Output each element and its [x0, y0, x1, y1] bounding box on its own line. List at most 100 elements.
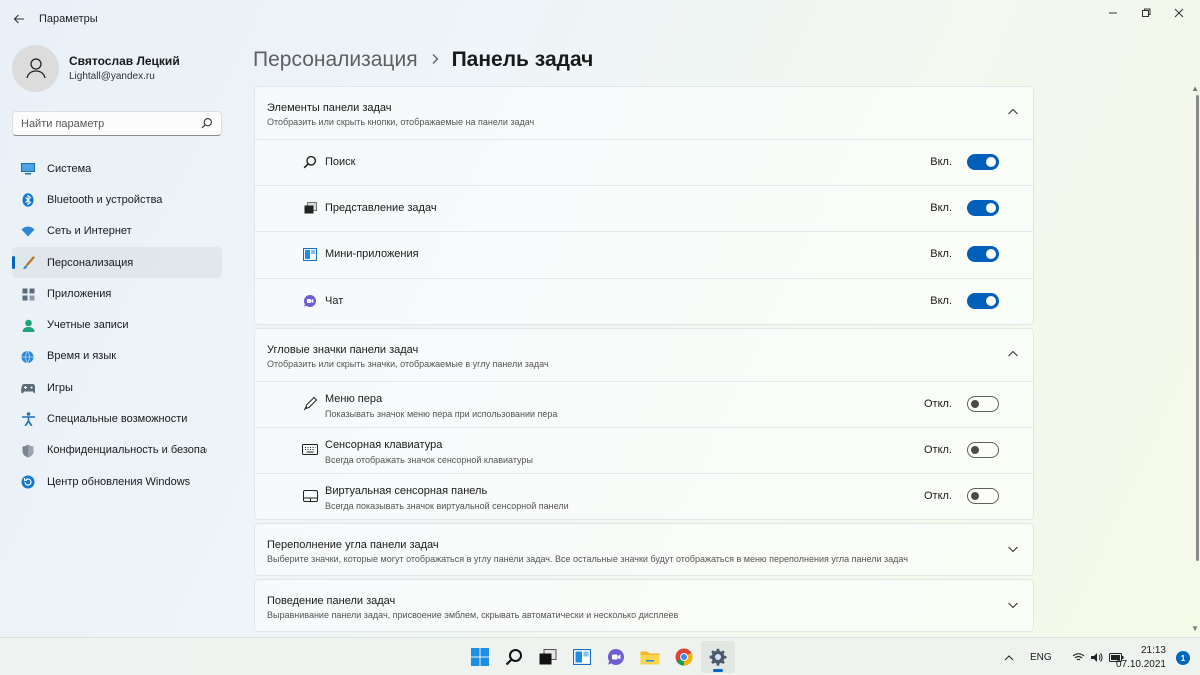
- corner-icons-header[interactable]: Угловые значки панели задач Отобразить и…: [255, 329, 1033, 381]
- sidebar-item-time-language[interactable]: Время и язык: [12, 341, 222, 372]
- group-title: Поведение панели задач: [267, 595, 396, 608]
- widgets-button[interactable]: [565, 641, 599, 673]
- back-button[interactable]: [8, 8, 30, 30]
- group-subtitle: Отобразить или скрыть кнопки, отображаем…: [267, 117, 535, 127]
- title-bar: Параметры: [0, 0, 1200, 38]
- task-view-button[interactable]: [531, 641, 565, 673]
- volume-icon[interactable]: [1090, 652, 1103, 663]
- close-button[interactable]: [1166, 4, 1192, 22]
- setting-row-widgets: Мини-приложения Вкл.: [255, 231, 1033, 277]
- toggle-state-text: Вкл.: [930, 202, 952, 215]
- toggle-knob: [986, 157, 996, 167]
- settings-app-button[interactable]: [701, 641, 735, 673]
- pen-menu-toggle[interactable]: [967, 395, 999, 412]
- search-icon[interactable]: [201, 117, 213, 129]
- search-input[interactable]: [13, 112, 193, 135]
- sidebar-item-personalization[interactable]: Персонализация: [12, 246, 222, 279]
- chevron-down-icon[interactable]: [1007, 600, 1019, 610]
- taskbar-apps: [463, 641, 735, 673]
- close-icon: [1174, 8, 1184, 18]
- toggle-state-text: Вкл.: [930, 248, 952, 261]
- sidebar-item-network[interactable]: Сеть и Интернет: [12, 216, 222, 247]
- sidebar-item-accessibility[interactable]: Специальные возможности: [12, 403, 222, 434]
- toggle-knob: [971, 399, 979, 408]
- sidebar-item-gaming[interactable]: Игры: [12, 372, 222, 403]
- sidebar-nav: Система Bluetooth и устройства Сеть и Ин…: [12, 153, 222, 497]
- task-view-toggle[interactable]: [967, 200, 999, 217]
- corner-overflow-group[interactable]: Переполнение угла панели задач Выберите …: [254, 523, 1034, 577]
- taskbar-search-button[interactable]: [497, 641, 531, 673]
- sidebar-item-privacy[interactable]: Конфиденциальность и безопасность: [12, 435, 222, 466]
- setting-row-virtual-touchpad: Виртуальная сенсорная панель Всегда пока…: [255, 473, 1033, 519]
- setting-label: Виртуальная сенсорная панель: [325, 485, 488, 498]
- taskbar-behavior-group[interactable]: Поведение панели задач Выравнивание пане…: [254, 579, 1034, 633]
- minimize-button[interactable]: [1100, 4, 1126, 22]
- search-icon: [302, 154, 318, 170]
- toggle-state-text: Вкл.: [930, 294, 952, 307]
- group-title: Элементы панели задач: [267, 102, 392, 114]
- virtual-touchpad-toggle[interactable]: [967, 488, 999, 505]
- sidebar-item-label: Сеть и Интернет: [47, 225, 132, 238]
- toggle-knob: [986, 295, 996, 306]
- wifi-icon[interactable]: [1072, 652, 1085, 662]
- widgets-toggle[interactable]: [967, 246, 999, 263]
- globe-clock-icon: [21, 350, 35, 364]
- page-title: Панель задач: [451, 48, 594, 71]
- widgets-icon: [302, 246, 318, 262]
- app-title: Параметры: [39, 13, 98, 25]
- brush-icon: [21, 256, 35, 270]
- search-toggle[interactable]: [967, 154, 999, 170]
- chat-toggle[interactable]: [967, 292, 999, 309]
- maximize-button[interactable]: [1133, 4, 1159, 22]
- folder-icon: [640, 651, 660, 665]
- setting-label: Представление задач: [325, 202, 437, 215]
- sidebar-item-windows-update[interactable]: Центр обновления Windows: [12, 466, 222, 497]
- sidebar-item-apps[interactable]: Приложения: [12, 278, 222, 309]
- task-view-icon: [539, 649, 557, 665]
- scroll-up-arrow-icon[interactable]: ▲: [1191, 84, 1199, 93]
- start-button[interactable]: [463, 641, 497, 673]
- chat-button[interactable]: [599, 641, 633, 673]
- touch-keyboard-toggle[interactable]: [967, 441, 999, 458]
- toggle-state-text: Откл.: [923, 490, 952, 503]
- file-explorer-button[interactable]: [633, 641, 667, 673]
- update-icon: [21, 475, 35, 489]
- language-indicator[interactable]: ENG: [1030, 652, 1052, 663]
- corner-overflow-header[interactable]: Переполнение угла панели задач Выберите …: [255, 524, 1033, 575]
- sidebar-item-system[interactable]: Система: [12, 153, 222, 184]
- accessibility-icon: [21, 412, 35, 427]
- avatar: [12, 44, 59, 92]
- sidebar-item-label: Bluetooth и устройства: [47, 193, 163, 206]
- taskbar-items-header[interactable]: Элементы панели задач Отобразить или скр…: [255, 87, 1033, 139]
- chevron-up-icon[interactable]: [1007, 107, 1019, 117]
- chevron-up-icon[interactable]: [1004, 654, 1014, 662]
- setting-label: Мини-приложения: [325, 248, 419, 261]
- settings-search[interactable]: [12, 111, 222, 136]
- selected-indicator: [12, 255, 15, 269]
- taskbar-behavior-header[interactable]: Поведение панели задач Выравнивание пане…: [255, 580, 1033, 631]
- toggle-knob: [986, 249, 996, 260]
- scroll-down-arrow-icon[interactable]: ▼: [1191, 624, 1199, 633]
- clock-time: 21:13: [1140, 645, 1166, 656]
- touchpad-icon: [302, 488, 318, 504]
- bluetooth-icon: [21, 193, 35, 208]
- chrome-button[interactable]: [667, 641, 701, 673]
- chevron-down-icon[interactable]: [1007, 544, 1019, 554]
- breadcrumb-parent[interactable]: Персонализация: [253, 48, 418, 72]
- notification-badge[interactable]: 1: [1176, 651, 1190, 665]
- toggle-state-text: Откл.: [923, 443, 952, 456]
- user-profile[interactable]: Святослав Лецкий Lightall@yandex.ru: [12, 44, 180, 92]
- sidebar-item-accounts[interactable]: Учетные записи: [12, 309, 222, 340]
- person-icon: [21, 318, 35, 332]
- setting-row-task-view: Представление задач Вкл.: [255, 185, 1033, 231]
- breadcrumb: Персонализация Панель задач: [253, 46, 593, 74]
- clock-date: 07.10.2021: [1115, 659, 1166, 670]
- scrollbar-thumb[interactable]: [1196, 95, 1199, 561]
- keyboard-icon: [302, 442, 318, 458]
- taskbar-clock[interactable]: 21:13 07.10.2021: [1116, 644, 1166, 672]
- sidebar-item-bluetooth[interactable]: Bluetooth и устройства: [12, 184, 222, 215]
- chevron-up-icon[interactable]: [1007, 349, 1019, 359]
- windows-taskbar: ENG 21:13 07.10.2021 1: [0, 637, 1200, 675]
- setting-row-touch-keyboard: Сенсорная клавиатура Всегда отображать з…: [255, 426, 1033, 473]
- gamepad-icon: [21, 381, 35, 395]
